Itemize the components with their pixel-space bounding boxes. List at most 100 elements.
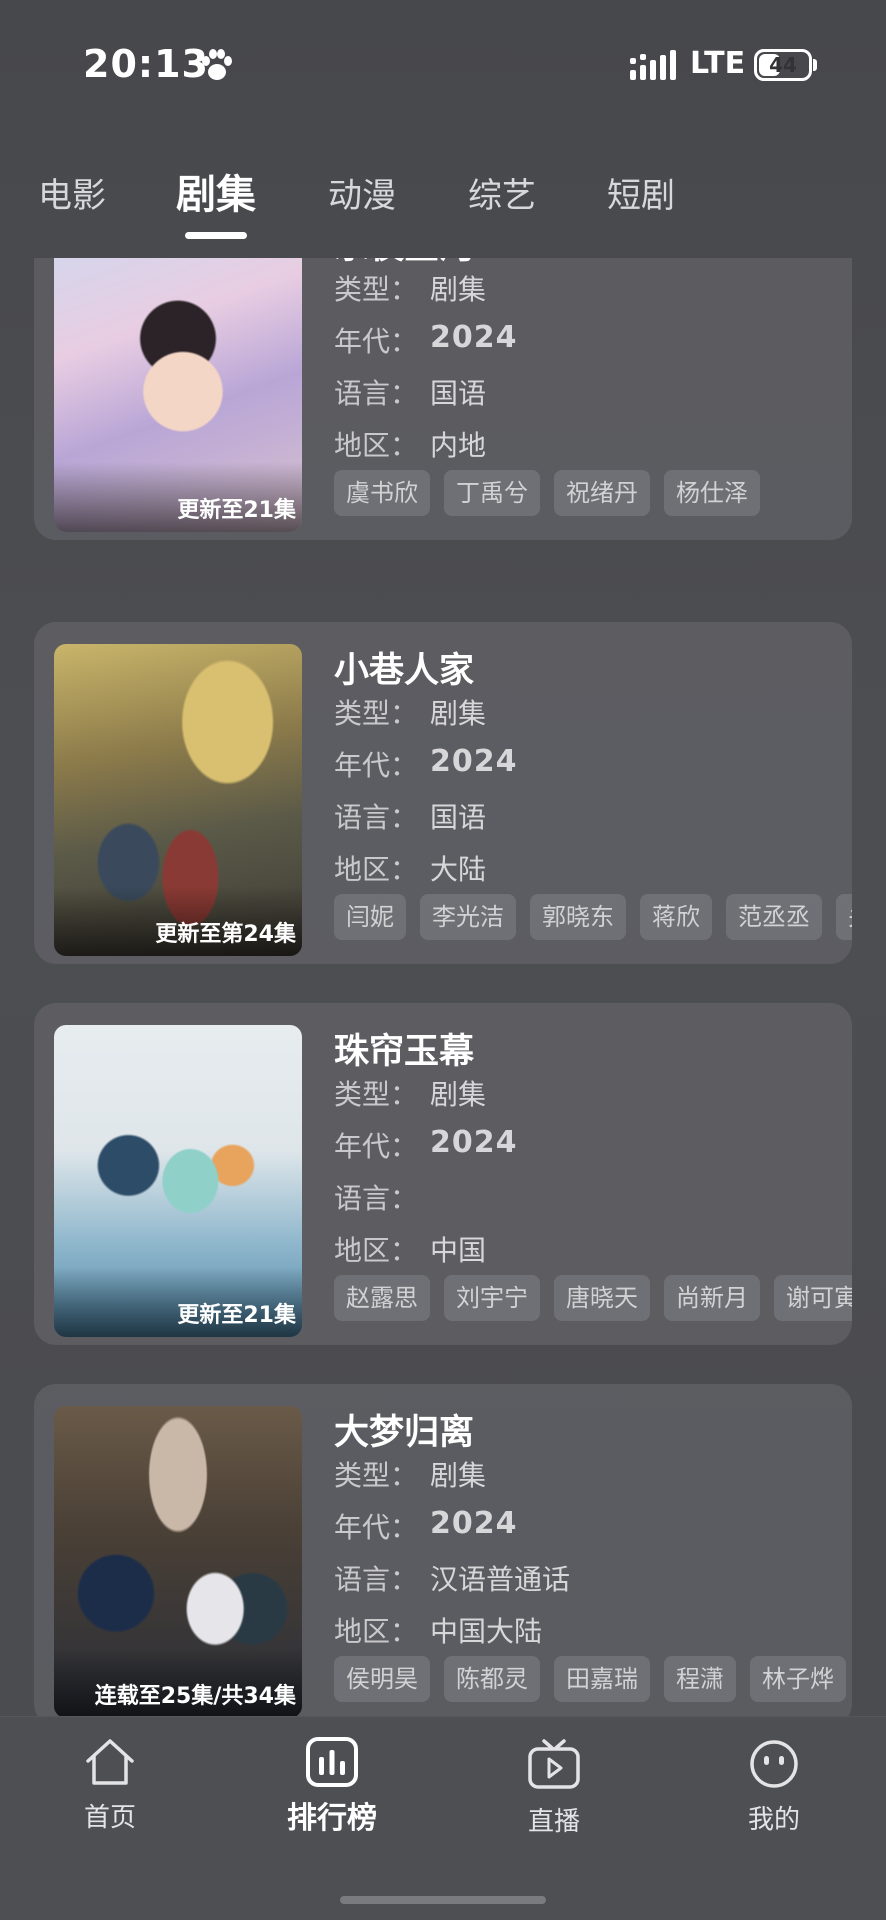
bottom-nav: 首页 排行榜 直播 我的 bbox=[0, 1716, 886, 1920]
type-value: 剧集 bbox=[430, 1078, 487, 1111]
cast-chip[interactable]: 李光洁 bbox=[420, 894, 516, 940]
nav-home[interactable]: 首页 bbox=[40, 1737, 180, 1834]
cast-chip[interactable]: 赵露思 bbox=[334, 1275, 430, 1321]
show-card[interactable]: 连载至25集/共34集 大梦归离 类型： 剧集 年代： 2024 语言： 汉语普通话 … bbox=[34, 1384, 852, 1718]
status-time: 20:13 bbox=[83, 42, 209, 86]
nav-profile-label: 我的 bbox=[747, 1805, 800, 1835]
nav-ranking-label: 排行榜 bbox=[287, 1801, 377, 1836]
cast-list: 赵露思 刘宇宁 唐晓天 尚新月 谢可寅 bbox=[334, 1275, 852, 1325]
cast-chip[interactable]: 虞书欣 bbox=[334, 470, 430, 516]
poster[interactable]: 更新至21集 bbox=[54, 258, 302, 532]
battery-tip bbox=[813, 59, 817, 71]
ranking-icon bbox=[306, 1737, 358, 1787]
nav-live[interactable]: 直播 bbox=[484, 1737, 624, 1838]
show-card[interactable]: 更新至21集 永夜星河 类型：剧集 年代：2024 语言：国语 地区：内地 虞书… bbox=[34, 258, 852, 540]
cast-chip[interactable]: 刘宇宁 bbox=[444, 1275, 540, 1321]
cast-chip[interactable]: 杨仕泽 bbox=[664, 470, 760, 516]
year-label: 年代： bbox=[334, 325, 419, 358]
poster[interactable]: 连载至25集/共34集 bbox=[54, 1406, 302, 1718]
tab-anime[interactable]: 动漫 bbox=[328, 168, 396, 217]
type-label: 类型： bbox=[334, 273, 419, 306]
nav-profile[interactable]: 我的 bbox=[704, 1737, 844, 1836]
cast-chip[interactable]: 侯明昊 bbox=[334, 1656, 430, 1702]
language-value: 汉语普通话 bbox=[430, 1563, 571, 1596]
nav-ranking[interactable]: 排行榜 bbox=[262, 1737, 402, 1837]
tab-series[interactable]: 剧集 bbox=[176, 162, 256, 220]
live-tv-icon bbox=[528, 1739, 580, 1789]
poster[interactable]: 更新至21集 bbox=[54, 1025, 302, 1337]
region-value: 中国大陆 bbox=[430, 1615, 543, 1648]
cast-chip[interactable]: 唐晓天 bbox=[554, 1275, 650, 1321]
type-label: 类型： bbox=[334, 1459, 419, 1492]
year-row: 年代： 2024 bbox=[334, 320, 517, 360]
type-value: 剧集 bbox=[430, 697, 487, 730]
type-value: 剧集 bbox=[430, 1459, 487, 1492]
language-row: 语言： 国语 bbox=[334, 372, 486, 412]
nav-home-label: 首页 bbox=[83, 1803, 136, 1833]
cast-chip[interactable]: 丁禹兮 bbox=[444, 470, 540, 516]
tab-variety[interactable]: 综艺 bbox=[468, 168, 536, 217]
cast-chip[interactable]: 程潇 bbox=[664, 1656, 736, 1702]
cast-chip[interactable]: 祝绪丹 bbox=[554, 470, 650, 516]
cast-chip[interactable]: 郭晓东 bbox=[530, 894, 626, 940]
language-label: 语言： bbox=[334, 1563, 419, 1596]
battery-percent: 44 bbox=[769, 53, 797, 77]
show-card[interactable]: 更新至21集 珠帘玉幕 类型： 剧集 年代： 2024 语言： 地区： 中国 赵露思刘… bbox=[34, 1003, 852, 1345]
category-tabs: 电影 剧集 动漫 综艺 短剧 bbox=[0, 160, 886, 240]
paw-icon bbox=[202, 49, 232, 80]
type-row: 类型： 剧集 bbox=[334, 1454, 486, 1494]
show-list: 更新至21集 永夜星河 类型：剧集 年代：2024 语言：国语 地区：内地 虞书… bbox=[0, 258, 886, 1718]
home-indicator[interactable] bbox=[340, 1896, 546, 1904]
cast-list: 虞书欣 丁禹兮 祝绪丹 杨仕泽 bbox=[334, 470, 852, 520]
type-row: 类型： 剧集 bbox=[334, 268, 486, 308]
cast-chip[interactable]: 田嘉瑞 bbox=[554, 1656, 650, 1702]
region-value: 内地 bbox=[430, 429, 487, 462]
show-title: 小巷人家 bbox=[334, 651, 475, 691]
language-value: 国语 bbox=[430, 377, 487, 410]
update-status: 更新至21集 bbox=[177, 1303, 296, 1328]
type-label: 类型： bbox=[334, 697, 419, 730]
language-label: 语言： bbox=[334, 801, 419, 834]
cast-chip[interactable]: 关 bbox=[836, 894, 852, 940]
type-row: 类型： 剧集 bbox=[334, 1073, 486, 1113]
cast-chip[interactable]: 范丞丞 bbox=[726, 894, 822, 940]
year-value: 2024 bbox=[430, 1125, 518, 1160]
type-row: 类型： 剧集 bbox=[334, 692, 486, 732]
region-row: 地区： 中国大陆 bbox=[334, 1610, 542, 1650]
cast-chip[interactable]: 谢可寅 bbox=[774, 1275, 852, 1321]
region-row: 地区： 内地 bbox=[334, 424, 486, 464]
region-row: 地区： 大陆 bbox=[334, 848, 486, 888]
cast-chip[interactable]: 陈都灵 bbox=[444, 1656, 540, 1702]
region-label: 地区： bbox=[334, 853, 419, 886]
battery-icon: 44 bbox=[754, 49, 812, 81]
language-row: 语言： 汉语普通话 bbox=[334, 1558, 570, 1598]
year-label: 年代： bbox=[334, 1511, 419, 1544]
tab-movies[interactable]: 电影 bbox=[38, 168, 106, 217]
type-value: 剧集 bbox=[430, 273, 487, 306]
profile-face-icon bbox=[750, 1740, 798, 1788]
language-label: 语言： bbox=[334, 1182, 419, 1215]
year-value: 2024 bbox=[430, 1506, 518, 1541]
show-card[interactable]: 更新至第24集 小巷人家 类型： 剧集 年代： 2024 语言： 国语 地区： 大陆 闫… bbox=[34, 622, 852, 964]
language-label: 语言： bbox=[334, 377, 419, 410]
cast-chip[interactable]: 蒋欣 bbox=[640, 894, 712, 940]
tab-short-drama[interactable]: 短剧 bbox=[607, 168, 675, 217]
year-value: 2024 bbox=[430, 744, 518, 779]
region-row: 地区： 中国 bbox=[334, 1229, 486, 1269]
year-label: 年代： bbox=[334, 749, 419, 782]
region-label: 地区： bbox=[334, 429, 419, 462]
network-type: LTE bbox=[690, 46, 746, 81]
cast-chip[interactable]: 林子烨 bbox=[750, 1656, 846, 1702]
poster[interactable]: 更新至第24集 bbox=[54, 644, 302, 956]
app-screen: 20:13 LTE 44 电影 剧集 动漫 综艺 短剧 更新至21集 类型： 剧… bbox=[0, 0, 886, 1920]
status-bar: 20:13 LTE 44 bbox=[0, 0, 886, 130]
language-row: 语言： bbox=[334, 1177, 418, 1217]
home-icon bbox=[86, 1739, 134, 1785]
nav-live-label: 直播 bbox=[527, 1807, 580, 1837]
year-row: 年代： 2024 bbox=[334, 1125, 517, 1165]
cast-list: 侯明昊 陈都灵 田嘉瑞 程潇 林子烨 bbox=[334, 1656, 852, 1706]
update-status: 更新至第24集 bbox=[155, 922, 296, 947]
region-value: 中国 bbox=[430, 1234, 487, 1267]
cast-chip[interactable]: 闫妮 bbox=[334, 894, 406, 940]
cast-chip[interactable]: 尚新月 bbox=[664, 1275, 760, 1321]
